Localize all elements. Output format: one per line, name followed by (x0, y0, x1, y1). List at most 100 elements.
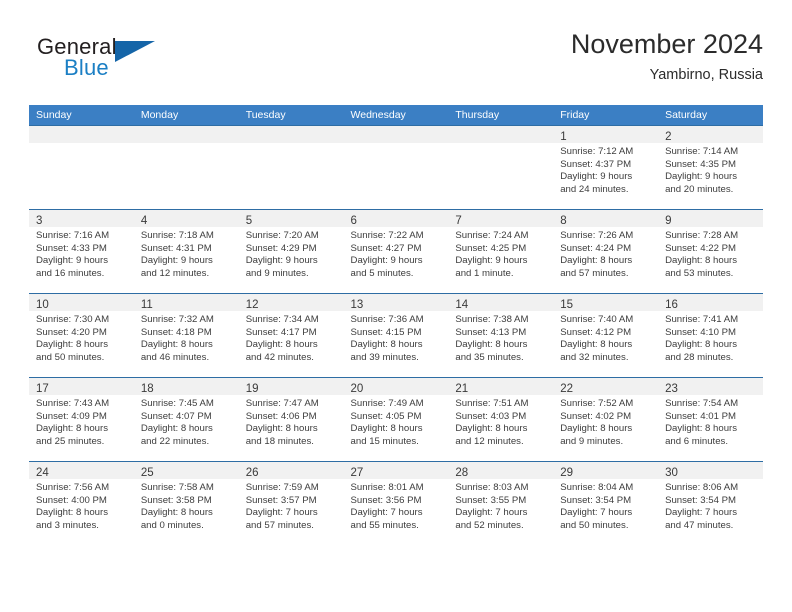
day-cell-inner[interactable]: 10 Sunrise: 7:30 AM Sunset: 4:20 PM Dayligh… (29, 293, 134, 377)
day-cell-inner[interactable]: 1 Sunrise: 7:12 AM Sunset: 4:37 PM Daylight… (553, 125, 659, 209)
sunrise-text: Sunrise: 7:54 AM (665, 398, 739, 409)
daylight-text-line2: and 50 minutes. (36, 351, 105, 363)
sunrise-text: Sunrise: 7:14 AM (665, 146, 739, 157)
day-cell-details: Sunrise: 7:18 AM Sunset: 4:31 PM Daylight:… (134, 227, 239, 280)
calendar-grid: Sunday Monday Tuesday Wednesday Thursday… (29, 105, 763, 545)
day-number: 7 (455, 215, 462, 227)
day-cell: 22 Sunrise: 7:52 AM Sunset: 4:02 PM Dayligh… (553, 377, 659, 461)
day-cell-inner[interactable]: 7 Sunrise: 7:24 AM Sunset: 4:25 PM Daylight… (448, 209, 554, 293)
general-blue-logo[interactable]: General Blue (29, 34, 259, 88)
day-cell: 15 Sunrise: 7:40 AM Sunset: 4:12 PM Dayligh… (553, 293, 659, 377)
day-cell-empty-inner (343, 125, 449, 209)
sunrise-text: Sunrise: 8:03 AM (455, 482, 529, 493)
sunset-text: Sunset: 4:15 PM (350, 326, 422, 338)
day-cell-inner[interactable]: 21 Sunrise: 7:51 AM Sunset: 4:03 PM Dayligh… (448, 377, 554, 461)
sunrise-text: Sunrise: 7:40 AM (560, 314, 634, 325)
daylight-text-line2: and 18 minutes. (245, 435, 314, 447)
sunset-text: Sunset: 3:56 PM (350, 494, 422, 506)
day-cell-details: Sunrise: 7:54 AM Sunset: 4:01 PM Daylight:… (658, 395, 763, 448)
day-number: 4 (140, 215, 148, 227)
day-cell-inner[interactable]: 2 Sunrise: 7:14 AM Sunset: 4:35 PM Daylight… (658, 125, 763, 209)
day-cell: 4 Sunrise: 7:18 AM Sunset: 4:31 PM Daylight… (133, 209, 239, 293)
day-cell-inner[interactable]: 25 Sunrise: 7:58 AM Sunset: 3:58 PM Dayligh… (133, 461, 239, 545)
sunset-text: Sunset: 4:22 PM (665, 242, 736, 254)
day-number-strip: 9 (658, 210, 763, 227)
daylight-text-line1: Daylight: 7 hours (455, 507, 528, 519)
calendar-page: General Blue November 2024 Yambirno, Rus… (0, 0, 792, 612)
day-cell-details: Sunrise: 7:49 AM Sunset: 4:05 PM Daylight:… (344, 395, 449, 448)
day-cell-details: Sunrise: 7:56 AM Sunset: 4:00 PM Daylight:… (29, 479, 134, 532)
day-number: 12 (245, 299, 259, 311)
day-cell-inner[interactable]: 4 Sunrise: 7:18 AM Sunset: 4:31 PM Daylight… (133, 209, 239, 293)
sunset-text: Sunset: 4:00 PM (36, 494, 107, 506)
day-cell-details: Sunrise: 7:32 AM Sunset: 4:18 PM Daylight:… (134, 311, 239, 364)
day-cell-inner[interactable]: 3 Sunrise: 7:16 AM Sunset: 4:33 PM Daylight… (29, 209, 134, 293)
daylight-text-line2: and 46 minutes. (140, 351, 210, 363)
day-cell-inner[interactable]: 26 Sunrise: 7:59 AM Sunset: 3:57 PM Dayligh… (238, 461, 344, 545)
daylight-text-line2: and 47 minutes. (665, 519, 734, 531)
day-cell-inner[interactable]: 28 Sunrise: 8:03 AM Sunset: 3:55 PM Dayligh… (448, 461, 554, 545)
day-cell-details: Sunrise: 8:04 AM Sunset: 3:54 PM Daylight:… (553, 479, 658, 532)
day-cell-inner[interactable]: 14 Sunrise: 7:38 AM Sunset: 4:13 PM Dayligh… (448, 293, 554, 377)
day-cell-inner[interactable]: 8 Sunrise: 7:26 AM Sunset: 4:24 PM Daylight… (553, 209, 659, 293)
day-cell-inner[interactable]: 30 Sunrise: 8:06 AM Sunset: 3:54 PM Dayligh… (658, 461, 763, 545)
day-cell-inner[interactable]: 15 Sunrise: 7:40 AM Sunset: 4:12 PM Dayligh… (553, 293, 659, 377)
day-cell: 10 Sunrise: 7:30 AM Sunset: 4:20 PM Dayligh… (29, 293, 134, 377)
day-cell-inner[interactable]: 12 Sunrise: 7:34 AM Sunset: 4:17 PM Dayligh… (238, 293, 344, 377)
daylight-text-line1: Daylight: 9 hours (455, 255, 528, 267)
day-cell: 6 Sunrise: 7:22 AM Sunset: 4:27 PM Daylight… (343, 209, 449, 293)
sunrise-text: Sunrise: 7:56 AM (36, 482, 110, 493)
day-number: 21 (455, 383, 469, 395)
sunset-text: Sunset: 3:57 PM (245, 494, 317, 506)
daylight-text-line2: and 16 minutes. (36, 267, 105, 279)
day-number: 14 (455, 299, 469, 311)
day-cell-inner[interactable]: 18 Sunrise: 7:45 AM Sunset: 4:07 PM Dayligh… (133, 377, 239, 461)
daylight-text-line2: and 3 minutes. (36, 519, 99, 531)
day-number-strip: 1 (553, 126, 659, 143)
calendar-week-row: 10 Sunrise: 7:30 AM Sunset: 4:20 PM Dayligh… (29, 293, 763, 377)
day-cell-inner[interactable]: 24 Sunrise: 7:56 AM Sunset: 4:00 PM Dayligh… (29, 461, 134, 545)
day-cell-inner[interactable]: 11 Sunrise: 7:32 AM Sunset: 4:18 PM Dayligh… (133, 293, 239, 377)
day-cell-inner[interactable]: 5 Sunrise: 7:20 AM Sunset: 4:29 PM Daylight… (238, 209, 344, 293)
day-cell: 19 Sunrise: 7:47 AM Sunset: 4:06 PM Dayligh… (238, 377, 344, 461)
day-cell: 9 Sunrise: 7:28 AM Sunset: 4:22 PM Daylight… (658, 209, 763, 293)
day-number: 20 (350, 383, 364, 395)
daylight-text-line1: Daylight: 8 hours (36, 507, 108, 519)
day-cell-details: Sunrise: 7:30 AM Sunset: 4:20 PM Daylight:… (29, 311, 134, 364)
day-number-strip: 8 (553, 210, 659, 227)
day-cell: 26 Sunrise: 7:59 AM Sunset: 3:57 PM Dayligh… (238, 461, 344, 545)
day-number-strip: 22 (553, 378, 659, 395)
day-cell-inner[interactable]: 13 Sunrise: 7:36 AM Sunset: 4:15 PM Dayligh… (343, 293, 449, 377)
day-number-strip (448, 126, 554, 143)
day-cell-empty-inner (448, 125, 554, 209)
sunrise-text: Sunrise: 7:52 AM (560, 398, 634, 409)
day-cell-empty (133, 125, 239, 209)
triangle-flag-icon (115, 41, 155, 62)
day-cell-inner[interactable]: 19 Sunrise: 7:47 AM Sunset: 4:06 PM Dayligh… (238, 377, 344, 461)
daylight-text-line2: and 20 minutes. (665, 183, 734, 195)
page-title: November 2024 (570, 29, 763, 59)
day-cell: 11 Sunrise: 7:32 AM Sunset: 4:18 PM Dayligh… (133, 293, 239, 377)
daylight-text-line1: Daylight: 9 hours (36, 255, 108, 267)
daylight-text-line1: Daylight: 8 hours (665, 423, 738, 435)
day-cell-inner[interactable]: 20 Sunrise: 7:49 AM Sunset: 4:05 PM Dayligh… (343, 377, 449, 461)
sunrise-text: Sunrise: 7:41 AM (665, 314, 739, 325)
sunset-text: Sunset: 4:35 PM (665, 158, 736, 170)
day-cell-inner[interactable]: 23 Sunrise: 7:54 AM Sunset: 4:01 PM Dayligh… (658, 377, 763, 461)
day-cell-inner[interactable]: 16 Sunrise: 7:41 AM Sunset: 4:10 PM Dayligh… (658, 293, 763, 377)
daylight-text-line2: and 57 minutes. (560, 267, 629, 279)
daylight-text-line2: and 57 minutes. (245, 519, 314, 531)
day-cell-inner[interactable]: 22 Sunrise: 7:52 AM Sunset: 4:02 PM Dayligh… (553, 377, 659, 461)
sunrise-text: Sunrise: 7:45 AM (140, 398, 214, 409)
day-cell: 14 Sunrise: 7:38 AM Sunset: 4:13 PM Dayligh… (448, 293, 554, 377)
sunset-text: Sunset: 4:31 PM (140, 242, 212, 254)
day-cell-details: Sunrise: 8:01 AM Sunset: 3:56 PM Daylight:… (344, 479, 449, 532)
daylight-text-line1: Daylight: 8 hours (36, 339, 108, 351)
day-number-strip: 25 (133, 462, 239, 479)
day-cell-inner[interactable]: 27 Sunrise: 8:01 AM Sunset: 3:56 PM Dayligh… (343, 461, 449, 545)
day-cell-inner[interactable]: 17 Sunrise: 7:43 AM Sunset: 4:09 PM Dayligh… (29, 377, 134, 461)
day-cell-inner[interactable]: 29 Sunrise: 8:04 AM Sunset: 3:54 PM Dayligh… (553, 461, 659, 545)
daylight-text-line1: Daylight: 8 hours (665, 339, 738, 351)
day-cell-inner[interactable]: 6 Sunrise: 7:22 AM Sunset: 4:27 PM Daylight… (343, 209, 449, 293)
day-cell-inner[interactable]: 9 Sunrise: 7:28 AM Sunset: 4:22 PM Daylight… (658, 209, 763, 293)
